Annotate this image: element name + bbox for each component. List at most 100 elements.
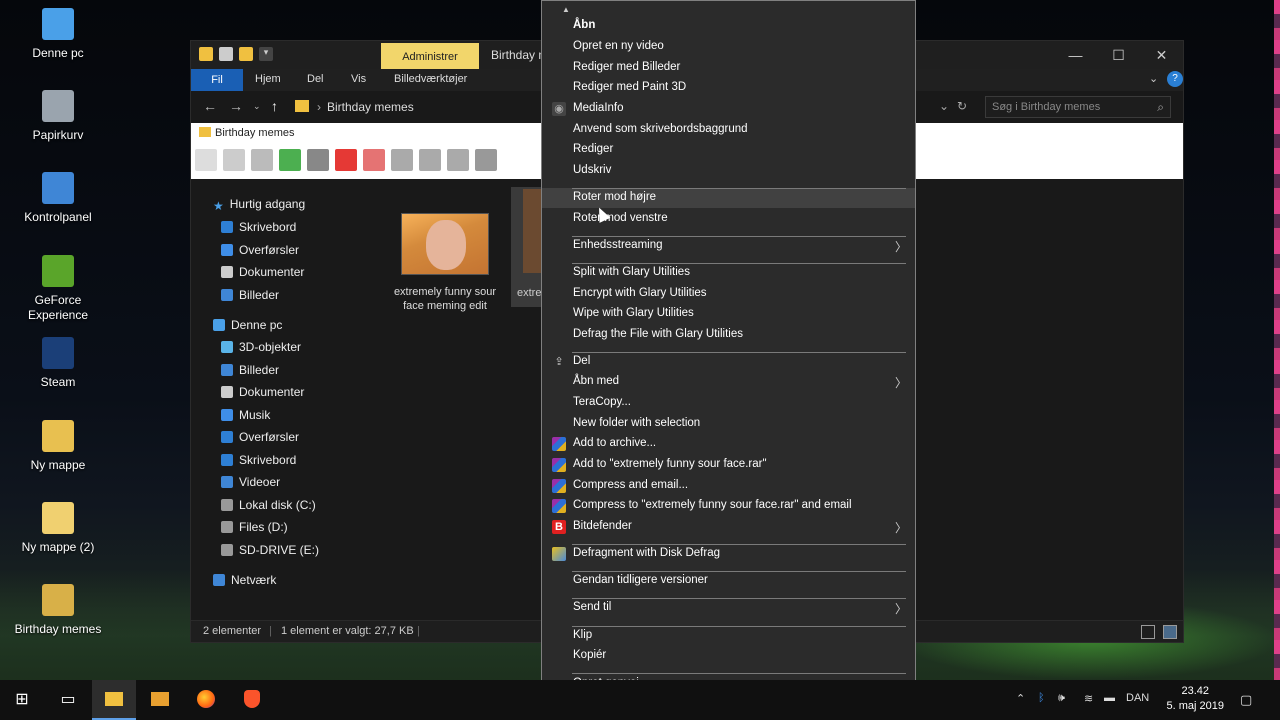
tab-billedvaerktojer[interactable]: Billedværktøjer (394, 73, 467, 85)
clock[interactable]: 23.42 5. maj 2019 (1167, 684, 1224, 714)
tools-icon[interactable] (251, 149, 273, 171)
tab-vis[interactable]: Vis (351, 73, 366, 85)
menu-item[interactable]: ⇪ Del (542, 352, 915, 372)
tab-fil[interactable]: Fil (191, 69, 243, 91)
menu-item[interactable]: Gendan tidligere versioner (542, 571, 915, 591)
sidebar-item[interactable]: Overførsler (221, 430, 299, 450)
notifications-icon[interactable]: ▢ (1240, 692, 1252, 708)
desktop-icon[interactable]: Ny mappe (8, 420, 108, 473)
volume-icon[interactable]: 🕪 (1058, 692, 1065, 705)
file-thumbnail[interactable] (401, 213, 489, 275)
desktop-icon[interactable]: GeForce Experience (8, 255, 108, 323)
sidebar-item[interactable]: Overførsler📌 (221, 243, 392, 263)
taskbar-explorer[interactable] (92, 680, 136, 720)
desktop-icon[interactable]: Ny mappe (2) (8, 502, 108, 555)
delete-icon[interactable] (335, 149, 357, 171)
refresh-icon[interactable]: ↻ (957, 99, 967, 113)
taskbar-brave[interactable] (230, 680, 274, 720)
sidebar-item[interactable]: Musik (221, 408, 270, 428)
language-indicator[interactable]: DAN (1126, 692, 1149, 704)
tab-del[interactable]: Del (307, 73, 324, 85)
favorite-icon[interactable] (195, 149, 217, 171)
sidebar-item[interactable]: Files (D:) (221, 520, 288, 540)
tab-administrer[interactable]: Administrer (381, 43, 479, 69)
menu-item[interactable]: Roter mod højre (542, 188, 915, 208)
file-caption[interactable]: extremely funny sour face meming edit (393, 285, 497, 313)
address-dropdown-icon[interactable]: ⌄ (939, 99, 949, 113)
sidebar-item[interactable]: Skrivebord📌 (221, 220, 392, 240)
large-icons-view-icon[interactable] (1163, 625, 1177, 639)
minimize-button[interactable]: — (1054, 41, 1097, 69)
search-input[interactable]: Søg i Birthday memes ⌕ (985, 96, 1171, 118)
menu-item[interactable]: Kopiér (542, 646, 915, 666)
cut-alt2-icon[interactable] (447, 149, 469, 171)
sidebar-item-network[interactable]: Netværk (213, 573, 276, 593)
sidebar-item-quick-access[interactable]: ★ Hurtig adgang (213, 197, 305, 217)
menu-item[interactable]: Compress and email... (542, 476, 915, 496)
sidebar-item[interactable]: Lokal disk (C:) (221, 498, 316, 518)
forward-arrow-icon[interactable]: → (229, 98, 243, 114)
menu-item[interactable]: Defrag the File with Glary Utilities (542, 325, 915, 345)
menu-item[interactable]: Klip (542, 626, 915, 646)
power-icon[interactable]: ▬ (1104, 692, 1115, 704)
desktop-icon[interactable]: Papirkurv (8, 90, 108, 143)
menu-item[interactable]: Udskriv (542, 161, 915, 181)
back-arrow-icon[interactable]: ← (203, 98, 217, 114)
delete-alt-icon[interactable] (363, 149, 385, 171)
sidebar-item[interactable]: Dokumenter (221, 385, 304, 405)
layout-icon[interactable] (475, 149, 497, 171)
task-view-button[interactable]: ▭ (46, 680, 90, 720)
desktop-icon[interactable]: Kontrolpanel (8, 172, 108, 225)
new-folder-icon[interactable] (239, 47, 253, 61)
menu-item[interactable]: Rediger med Paint 3D (542, 78, 915, 98)
desktop-icon[interactable]: Denne pc (8, 8, 108, 61)
menu-item[interactable]: New folder with selection (542, 414, 915, 434)
sidebar-item[interactable]: Billeder📌 (221, 288, 392, 308)
sidebar-item[interactable]: Billeder (221, 363, 279, 383)
scroll-up-icon[interactable]: ▲ (562, 5, 570, 14)
taskbar-media[interactable] (138, 680, 182, 720)
start-button[interactable]: ⊞ (0, 680, 44, 720)
bluetooth-icon[interactable]: ᛒ (1038, 692, 1045, 704)
menu-item[interactable]: TeraCopy... (542, 393, 915, 413)
desktop-icon[interactable]: Steam (8, 337, 108, 390)
menu-item[interactable]: Compress to "extremely funny sour face.r… (542, 496, 915, 516)
menu-item[interactable]: Enhedsstreaming 〉 (542, 236, 915, 256)
sidebar-item[interactable]: Videoer (221, 475, 280, 495)
expand-ribbon-icon[interactable]: ⌄ (1149, 72, 1158, 85)
duplicate-icon[interactable] (307, 149, 329, 171)
copy-icon[interactable] (279, 149, 301, 171)
close-button[interactable]: ✕ (1140, 41, 1183, 69)
menu-item[interactable]: Add to archive... (542, 434, 915, 454)
cut-icon[interactable] (391, 149, 413, 171)
help-icon[interactable]: ? (1167, 71, 1183, 87)
menu-item[interactable]: Åbn med 〉 (542, 372, 915, 392)
menu-item[interactable]: Wipe with Glary Utilities (542, 304, 915, 324)
customize-toolbar-icon[interactable]: ▾ (259, 47, 273, 61)
menu-item[interactable]: Split with Glary Utilities (542, 263, 915, 283)
menu-item[interactable]: Rediger (542, 140, 915, 160)
tray-overflow-icon[interactable]: ⌃ (1016, 692, 1025, 705)
tab-hjem[interactable]: Hjem (255, 73, 281, 85)
sidebar-item[interactable]: SD-DRIVE (E:) (221, 543, 319, 563)
menu-item[interactable]: Defragment with Disk Defrag (542, 544, 915, 564)
menu-item[interactable]: Rediger med Billeder (542, 58, 915, 78)
sidebar-item-this-pc[interactable]: Denne pc (213, 318, 282, 338)
menu-item[interactable]: Add to "extremely funny sour face.rar" (542, 455, 915, 475)
properties-icon[interactable] (219, 47, 233, 61)
menu-item[interactable]: Send til 〉 (542, 598, 915, 618)
network-icon[interactable]: ≋ (1084, 692, 1093, 705)
desktop-icon[interactable]: Birthday memes (8, 584, 108, 637)
folder-tab[interactable]: Birthday memes (199, 127, 294, 139)
details-view-icon[interactable] (1141, 625, 1155, 639)
menu-item[interactable]: B Bitdefender 〉 (542, 517, 915, 537)
maximize-button[interactable]: ☐ (1097, 41, 1140, 69)
sidebar-item[interactable]: 3D-objekter (221, 340, 301, 360)
sidebar-item[interactable]: Dokumenter📌 (221, 265, 392, 285)
sidebar-item[interactable]: Skrivebord (221, 453, 296, 473)
menu-item[interactable]: Encrypt with Glary Utilities (542, 284, 915, 304)
menu-item[interactable]: Anvend som skrivebordsbaggrund (542, 120, 915, 140)
menu-item[interactable]: Opret en ny video (542, 37, 915, 57)
recent-locations-icon[interactable]: ⌄ (253, 101, 261, 112)
breadcrumb[interactable]: Birthday memes (327, 100, 414, 114)
